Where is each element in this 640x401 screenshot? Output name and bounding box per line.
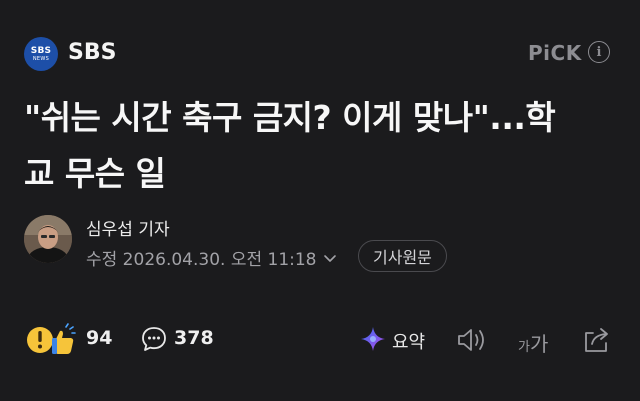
font-size-icon[interactable]: 가가 [518,328,548,357]
modified-date[interactable]: 수정 2026.04.30. 오전 11:18 [86,245,337,270]
font-size-small: 가 [518,340,530,355]
share-icon[interactable] [582,324,612,354]
pick-badge: PiCK [528,41,582,65]
reaction-count[interactable]: 94 [86,327,112,349]
summary-label[interactable]: 요약 [392,328,425,354]
reaction-emoji-icon[interactable] [26,323,78,357]
speaker-icon[interactable] [456,326,488,354]
ai-summary-icon[interactable] [360,326,386,352]
press-logo[interactable]: SBS NEWS [24,37,58,71]
comment-count[interactable]: 378 [174,327,214,349]
article-title: "쉬는 시간 축구 금지? 이게 맞나"...학교 무슨 일 [24,98,556,193]
press-name[interactable]: SBS [68,40,116,65]
chevron-down-icon [323,254,336,262]
original-article-button[interactable]: 기사원문 [358,240,447,272]
reporter-name[interactable]: 심우섭 기자 [86,215,170,240]
reporter-avatar[interactable] [24,215,72,263]
comment-icon[interactable] [140,325,168,353]
info-icon-glyph: i [596,44,602,60]
reporter-photo [24,215,72,263]
font-size-large: 가 [529,332,549,356]
info-icon[interactable]: i [588,41,610,63]
press-logo-subtext: NEWS [32,55,50,62]
press-logo-text: SBS [30,45,52,56]
modified-date-text: 수정 2026.04.30. 오전 11:18 [86,250,317,270]
